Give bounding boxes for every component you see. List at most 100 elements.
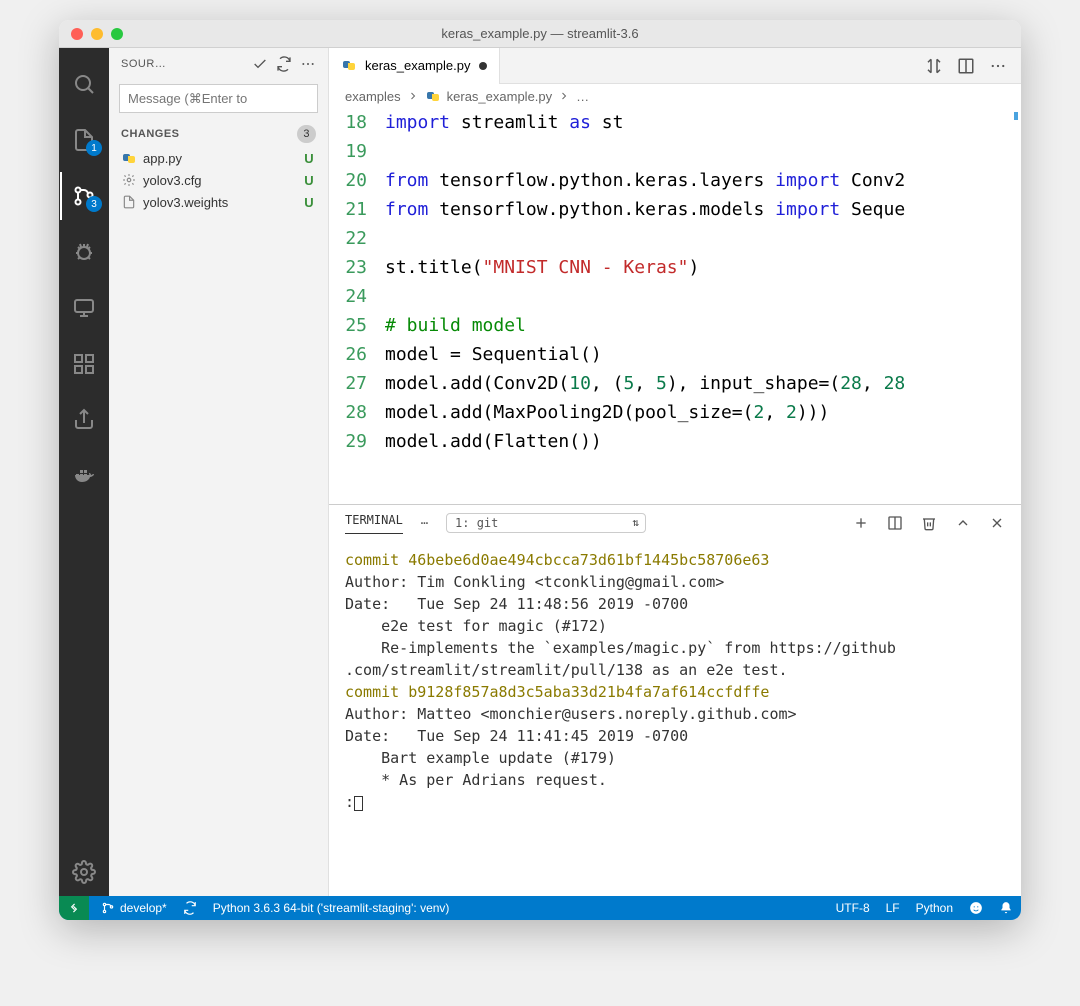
terminal-selector[interactable]: 1: git (446, 513, 646, 533)
activity-liveshare[interactable] (60, 396, 108, 444)
kill-terminal-icon[interactable] (921, 515, 937, 531)
line-number: 29 (329, 427, 385, 456)
sidebar-title: SOUR… (121, 58, 244, 70)
maximize-panel-icon[interactable] (955, 515, 971, 531)
line-number: 19 (329, 137, 385, 166)
file-item[interactable]: yolov3.weightsU (109, 191, 328, 213)
cursor-icon (354, 796, 363, 811)
file-name: yolov3.weights (143, 195, 296, 210)
changes-file-list: app.pyUyolov3.cfgUyolov3.weightsU (109, 147, 328, 213)
refresh-icon[interactable] (276, 56, 292, 72)
titlebar[interactable]: keras_example.py — streamlit-3.6 (59, 20, 1021, 48)
remote-status-icon (67, 901, 81, 915)
code-content: model.add(MaxPooling2D(pool_size=(2, 2))… (385, 398, 1021, 427)
code-line[interactable]: 18import streamlit as st (329, 108, 1021, 137)
extensions-icon (72, 352, 96, 376)
file-icon (121, 194, 137, 210)
gear-icon (121, 172, 137, 188)
code-line[interactable]: 21from tensorflow.python.keras.models im… (329, 195, 1021, 224)
activity-explorer[interactable]: 1 (60, 116, 108, 164)
code-line[interactable]: 29model.add(Flatten()) (329, 427, 1021, 456)
code-line[interactable]: 23st.title("MNIST CNN - Keras") (329, 253, 1021, 282)
activity-debug[interactable] (60, 228, 108, 276)
activity-search[interactable] (60, 60, 108, 108)
code-content: st.title("MNIST CNN - Keras") (385, 253, 1021, 282)
encoding-status[interactable]: UTF-8 (836, 901, 870, 915)
code-content (385, 137, 1021, 166)
git-branch-status[interactable]: develop* (101, 901, 167, 915)
editor-tab[interactable]: keras_example.py (329, 48, 500, 84)
close-panel-icon[interactable] (989, 515, 1005, 531)
terminal-output[interactable]: commit 46bebe6d0ae494cbcca73d61bf1445bc5… (329, 541, 1021, 896)
code-line[interactable]: 28model.add(MaxPooling2D(pool_size=(2, 2… (329, 398, 1021, 427)
terminal-panel: TERMINAL ⋯ 1: git commit 46bebe6d0ae494c… (329, 504, 1021, 896)
code-line[interactable]: 24 (329, 282, 1021, 311)
language-status[interactable]: Python (916, 901, 953, 915)
panel-more-icon[interactable]: ⋯ (421, 516, 428, 530)
split-editor-icon[interactable] (957, 57, 975, 75)
branch-icon (101, 901, 115, 915)
search-icon (72, 72, 96, 96)
terminal-line: Author: Tim Conkling <tconkling@gmail.co… (345, 571, 1005, 593)
breadcrumb-more[interactable]: … (576, 89, 589, 104)
breadcrumb[interactable]: examples keras_example.py … (329, 84, 1021, 108)
terminal-line: commit b9128f857a8d3c5aba33d21b4fa7af614… (345, 681, 1005, 703)
activity-remote[interactable] (60, 284, 108, 332)
more-actions-icon[interactable] (989, 57, 1007, 75)
terminal-line: Date: Tue Sep 24 11:48:56 2019 -0700 (345, 593, 1005, 615)
line-number: 23 (329, 253, 385, 282)
changes-label: CHANGES (121, 128, 180, 140)
commit-message-input[interactable] (119, 84, 318, 113)
split-terminal-icon[interactable] (887, 515, 903, 531)
terminal-tab[interactable]: TERMINAL (345, 513, 403, 534)
breadcrumb-folder[interactable]: examples (345, 89, 401, 104)
close-window-button[interactable] (71, 28, 83, 40)
terminal-line: Re-implements the `examples/magic.py` fr… (345, 637, 1005, 681)
activity-docker[interactable] (60, 452, 108, 500)
more-icon[interactable] (300, 56, 316, 72)
editor-group: keras_example.py examples keras_example.… (329, 48, 1021, 896)
file-status: U (302, 173, 316, 188)
file-item[interactable]: app.pyU (109, 147, 328, 169)
maximize-window-button[interactable] (111, 28, 123, 40)
line-number: 21 (329, 195, 385, 224)
terminal-prompt[interactable]: : (345, 791, 1005, 813)
python-icon (341, 58, 357, 74)
activity-scm[interactable]: 3 (60, 172, 108, 220)
window-title: keras_example.py — streamlit-3.6 (59, 26, 1021, 41)
code-line[interactable]: 27model.add(Conv2D(10, (5, 5), input_sha… (329, 369, 1021, 398)
compare-icon[interactable] (925, 57, 943, 75)
remote-icon (72, 296, 96, 320)
bug-icon (72, 240, 96, 264)
activity-extensions[interactable] (60, 340, 108, 388)
breadcrumb-file[interactable]: keras_example.py (447, 89, 553, 104)
new-terminal-icon[interactable] (853, 515, 869, 531)
code-content (385, 224, 1021, 253)
terminal-line: commit 46bebe6d0ae494cbcca73d61bf1445bc5… (345, 549, 1005, 571)
code-content: from tensorflow.python.keras.models impo… (385, 195, 1021, 224)
code-editor[interactable]: 18import streamlit as st1920from tensorf… (329, 108, 1021, 504)
tab-label: keras_example.py (365, 58, 471, 73)
terminal-line: * As per Adrians request. (345, 769, 1005, 791)
feedback-icon[interactable] (969, 901, 983, 915)
line-number: 24 (329, 282, 385, 311)
file-status: U (302, 151, 316, 166)
notifications-icon[interactable] (999, 901, 1013, 915)
code-content: # build model (385, 311, 1021, 340)
code-line[interactable]: 19 (329, 137, 1021, 166)
eol-status[interactable]: LF (886, 901, 900, 915)
activity-settings[interactable] (60, 848, 108, 896)
file-item[interactable]: yolov3.cfgU (109, 169, 328, 191)
python-env-status[interactable]: Python 3.6.3 64-bit ('streamlit-staging'… (213, 901, 450, 915)
minimize-window-button[interactable] (91, 28, 103, 40)
line-number: 28 (329, 398, 385, 427)
share-icon (72, 408, 96, 432)
commit-icon[interactable] (252, 56, 268, 72)
code-line[interactable]: 20from tensorflow.python.keras.layers im… (329, 166, 1021, 195)
code-line[interactable]: 22 (329, 224, 1021, 253)
code-line[interactable]: 25# build model (329, 311, 1021, 340)
code-line[interactable]: 26model = Sequential() (329, 340, 1021, 369)
remote-indicator[interactable] (59, 896, 89, 920)
sync-status[interactable] (183, 901, 197, 915)
line-number: 18 (329, 108, 385, 137)
